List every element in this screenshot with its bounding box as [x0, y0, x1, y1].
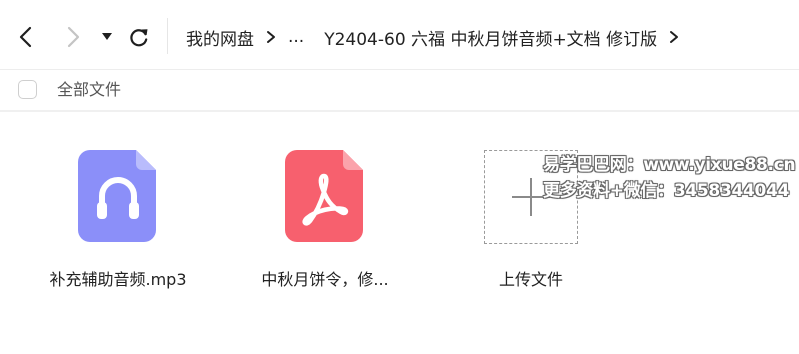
breadcrumb: 我的网盘 ... Y2404-60 六福 中秋月饼音频+文档 修订版: [186, 24, 691, 50]
refresh-button[interactable]: [124, 22, 154, 52]
selection-divider-line: [0, 110, 799, 112]
toolbar: 我的网盘 ... Y2404-60 六福 中秋月饼音频+文档 修订版: [0, 0, 799, 70]
file-name: 补充辅助音频.mp3: [49, 270, 187, 289]
file-item-pdf[interactable]: 中秋月饼令，修...: [230, 150, 420, 290]
pdf-file-icon: [285, 150, 365, 242]
breadcrumb-current[interactable]: Y2404-60 六福 中秋月饼音频+文档 修订版: [324, 25, 657, 50]
breadcrumb-root[interactable]: 我的网盘: [186, 25, 254, 50]
watermark-line-2: 更多资料+微信：3458344044: [543, 181, 790, 201]
watermark-text: 易学巴巴网：www.yixue88.cn 更多资料+微信：3458344044: [543, 152, 796, 204]
back-button[interactable]: [11, 22, 41, 52]
refresh-icon: [130, 29, 148, 47]
chevron-right-icon: [67, 26, 80, 48]
chevron-left-icon: [19, 26, 32, 48]
watermark-line-1: 易学巴巴网：www.yixue88.cn: [543, 155, 796, 175]
breadcrumb-end-separator-icon: [669, 30, 679, 44]
file-item-audio[interactable]: 补充辅助音频.mp3: [23, 150, 213, 290]
forward-button[interactable]: [58, 22, 88, 52]
select-all-checkbox[interactable]: [18, 80, 37, 99]
history-dropdown-button[interactable]: [93, 22, 121, 52]
audio-file-icon: [78, 150, 158, 242]
file-name: 中秋月饼令，修...: [261, 270, 389, 289]
breadcrumb-separator-icon: [266, 30, 276, 44]
caret-down-icon: [102, 33, 112, 40]
all-files-label: 全部文件: [57, 80, 122, 99]
upload-label: 上传文件: [498, 270, 563, 289]
breadcrumb-ellipsis[interactable]: ...: [288, 27, 304, 47]
toolbar-divider: [167, 18, 168, 54]
toolbar-divider-line: [0, 69, 799, 70]
